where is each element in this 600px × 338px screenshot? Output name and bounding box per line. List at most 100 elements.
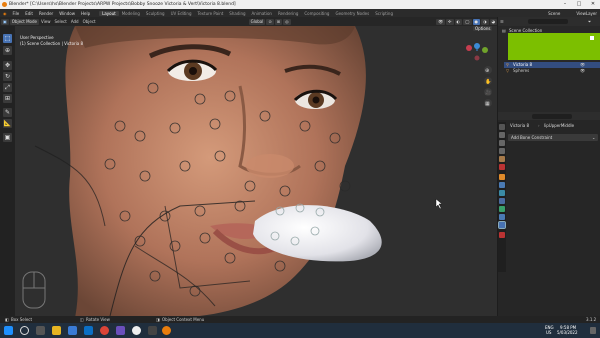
bone-object-name[interactable]: Victoria 8 <box>510 123 529 128</box>
status-bar: ◧ Box Select ◫ Rotate View ◨ Object Cont… <box>0 316 600 323</box>
maximize-button[interactable]: □ <box>572 0 586 9</box>
minimize-button[interactable]: – <box>558 0 572 9</box>
visibility-checkbox[interactable] <box>590 36 594 40</box>
scene-tab-icon[interactable] <box>499 156 505 162</box>
3d-viewport[interactable]: ⊕ ✋ 🎥 ▦ User Perspective (1) Scene Colle… <box>15 26 497 316</box>
store-icon[interactable] <box>68 326 77 335</box>
menu-edit[interactable]: Edit <box>22 11 36 16</box>
world-tab-icon[interactable] <box>499 164 505 170</box>
editor-type-button[interactable]: ▣ <box>1 18 9 25</box>
tab-scripting[interactable]: Scripting <box>372 11 396 16</box>
outliner-header: ☰ ⏷ <box>498 17 600 26</box>
blender-taskbar-icon[interactable] <box>162 326 171 335</box>
select-box-tool-icon[interactable]: ⬚ <box>3 34 12 43</box>
object-tab-icon[interactable] <box>499 174 505 180</box>
file-explorer-icon[interactable] <box>52 326 61 335</box>
outliner-item-row[interactable]: ▽ Spheres 👁 <box>504 68 600 74</box>
snap-icon[interactable]: ⊞ <box>274 18 283 25</box>
shading-render-icon[interactable]: ◕ <box>489 18 497 25</box>
zoom-view-icon[interactable]: ⊕ <box>485 68 489 74</box>
menu-window[interactable]: Window <box>56 11 78 16</box>
cursor-tool-icon[interactable]: ⊕ <box>3 46 12 55</box>
shading-solid-icon[interactable]: ● <box>472 18 480 25</box>
render-tab-icon[interactable] <box>499 132 505 138</box>
tab-compositing[interactable]: Compositing <box>301 11 332 16</box>
tab-layout[interactable]: Layout <box>99 10 119 16</box>
search-icon[interactable] <box>20 326 29 335</box>
tool-tab-icon[interactable] <box>499 124 505 130</box>
transform-tool-icon[interactable]: ⊞ <box>3 94 12 103</box>
blender-menu-icon[interactable]: ◉ <box>0 11 10 16</box>
tab-rendering[interactable]: Rendering <box>275 11 301 16</box>
tab-geometry-nodes[interactable]: Geometry Nodes <box>332 11 372 16</box>
windows-start-icon[interactable] <box>4 326 13 335</box>
move-tool-icon[interactable]: ✥ <box>3 61 12 70</box>
outliner-search-input[interactable] <box>528 19 568 24</box>
mail-icon[interactable] <box>84 326 93 335</box>
viewport-render[interactable]: ⊕ ✋ 🎥 ▦ <box>15 26 497 316</box>
ortho-toggle-icon[interactable]: ▦ <box>485 101 490 107</box>
bone-name[interactable]: lipUpperMiddle <box>544 123 574 128</box>
menu-file[interactable]: File <box>10 11 23 16</box>
menu-view[interactable]: View <box>39 19 53 24</box>
texture-tab-icon[interactable] <box>499 232 505 238</box>
region-label: US <box>546 330 552 335</box>
tab-uv-editing[interactable]: UV Editing <box>168 11 195 16</box>
mode-selector[interactable]: Object Mode <box>9 18 39 25</box>
shading-wireframe-icon[interactable]: ◯ <box>463 18 472 25</box>
pivot-icon[interactable]: ⊙ <box>266 18 274 25</box>
rotate-tool-icon[interactable]: ↻ <box>3 72 12 81</box>
obs-icon[interactable] <box>132 326 141 335</box>
visibility-icon[interactable]: 👁 <box>436 18 446 25</box>
selected-green-region <box>508 33 600 60</box>
menu-add[interactable]: Add <box>69 19 81 24</box>
menu-select[interactable]: Select <box>52 19 68 24</box>
filter-icon[interactable]: ⏷ <box>588 19 591 24</box>
menu-object[interactable]: Object <box>81 19 98 24</box>
constraint-tab-icon[interactable] <box>499 198 505 204</box>
menu-render[interactable]: Render <box>36 11 56 16</box>
outliner-editor-icon[interactable]: ☰ <box>500 19 504 24</box>
annotate-tool-icon[interactable]: ✎ <box>3 108 12 117</box>
chrome-icon[interactable] <box>100 326 109 335</box>
orientation-selector[interactable]: Global <box>248 18 266 25</box>
tab-animation[interactable]: Animation <box>249 11 275 16</box>
pan-view-icon[interactable]: ✋ <box>485 78 491 85</box>
bone-constraint-tab-icon[interactable] <box>498 221 506 229</box>
modifier-tab-icon[interactable] <box>499 182 505 188</box>
physics-tab-icon[interactable] <box>499 190 505 196</box>
app-icon[interactable] <box>148 326 157 335</box>
hide-eye-icon[interactable]: 👁 <box>580 68 585 73</box>
add-bone-constraint-button[interactable]: Add Bone Constraint ⌄ <box>508 134 598 141</box>
properties-search-input[interactable] <box>532 114 572 119</box>
camera-view-icon[interactable]: 🎥 <box>485 89 491 96</box>
menu-help[interactable]: Help <box>78 11 93 16</box>
outliner-item-spheres[interactable]: Spheres <box>513 68 529 73</box>
tab-shading[interactable]: Shading <box>226 11 248 16</box>
shading-material-icon[interactable]: ◑ <box>481 18 489 25</box>
view-layer-selector[interactable]: ViewLayer <box>573 11 600 16</box>
options-button[interactable]: Options <box>473 26 493 31</box>
outliner-item-victoria[interactable]: Victoria 8 <box>513 62 532 67</box>
scene-selector[interactable]: Scene <box>545 11 563 16</box>
measure-tool-icon[interactable]: 📐 <box>3 119 12 128</box>
data-tab-icon[interactable] <box>499 206 505 212</box>
tab-modeling[interactable]: Modeling <box>119 11 143 16</box>
bone-tab-icon[interactable] <box>499 214 505 220</box>
version-label: 3.1.2 <box>586 317 597 322</box>
close-button[interactable]: ✕ <box>586 0 600 9</box>
tab-texture-paint[interactable]: Texture Paint <box>194 11 226 16</box>
task-view-icon[interactable] <box>36 326 45 335</box>
overlay-icon[interactable]: ◐ <box>454 18 463 25</box>
notifications-icon[interactable] <box>590 327 596 334</box>
gizmo-icon[interactable]: ✣ <box>446 18 454 25</box>
scale-tool-icon[interactable]: ⤢ <box>3 83 12 92</box>
add-cube-tool-icon[interactable]: ▣ <box>3 133 12 142</box>
proportional-edit-icon[interactable]: ◎ <box>283 18 291 25</box>
app-icon[interactable] <box>116 326 125 335</box>
view-layer-tab-icon[interactable] <box>499 148 505 154</box>
tab-sculpting[interactable]: Sculpting <box>143 11 168 16</box>
blender-logo-icon <box>2 2 7 7</box>
output-tab-icon[interactable] <box>499 140 505 146</box>
hide-eye-icon[interactable]: 👁 <box>580 62 585 67</box>
